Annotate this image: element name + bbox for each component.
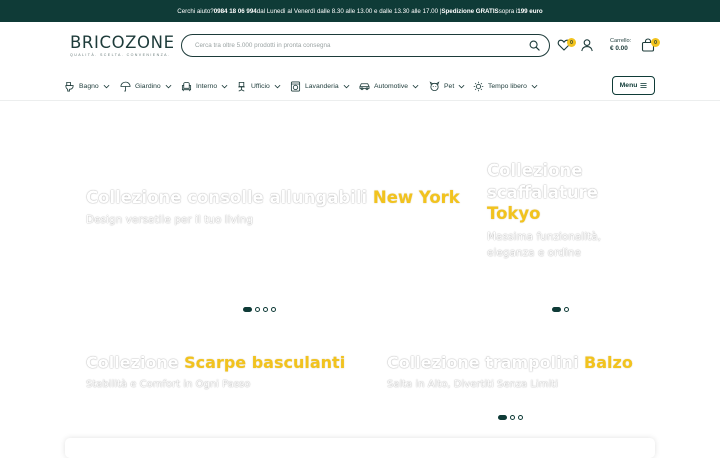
logo-wordmark: BRICOZONE <box>70 33 175 52</box>
shipping-text: sopra i <box>498 7 518 15</box>
chevron-down-icon <box>165 84 172 88</box>
bottom-right-highlight: Balzo <box>584 353 633 372</box>
shipping-threshold: 199 euro <box>517 7 543 15</box>
nav-item-pet[interactable]: Pet <box>429 76 465 96</box>
side-slide-highlight: Tokyo <box>487 204 541 223</box>
nav-label: Ufficio <box>251 82 270 90</box>
hamburger-icon <box>640 83 647 88</box>
nav-label: Tempo libero <box>488 82 527 90</box>
bottom-right-title: Collezione trampolini Balzo <box>387 353 633 372</box>
phone-number[interactable]: 0984 18 06 994 <box>214 8 257 15</box>
help-text: Cerchi aiuto? <box>177 7 214 15</box>
nav-label: Bagno <box>79 82 99 90</box>
chevron-down-icon <box>343 84 350 88</box>
bottom-right-slide[interactable]: Collezione trampolini Balzo Salta in Alt… <box>387 353 633 390</box>
free-shipping-label: Spedizione GRATIS <box>441 7 499 15</box>
nav-label: Lavanderia <box>305 82 339 90</box>
search-input[interactable] <box>195 42 529 49</box>
car-icon <box>359 82 370 90</box>
nav-item-giardino[interactable]: Giardino <box>120 76 172 96</box>
cart-summary[interactable]: Carrello: € 0.00 <box>610 38 631 52</box>
nav-label: Pet <box>444 82 455 90</box>
logo-tagline: QUALITÀ. SCELTA. CONVENIENZA. <box>70 53 171 57</box>
chevron-down-icon <box>458 84 465 88</box>
nav-item-ufficio[interactable]: Ufficio <box>236 76 281 96</box>
slider-dot[interactable] <box>552 307 561 312</box>
slider-dot[interactable] <box>564 307 569 312</box>
search-icon[interactable] <box>529 40 540 51</box>
nav-item-bagno[interactable]: Bagno <box>64 76 110 96</box>
main-slider-dots <box>243 307 276 312</box>
content-card <box>65 438 655 458</box>
search-bar <box>181 34 550 57</box>
bottom-left-highlight: Scarpe basculanti <box>184 353 346 372</box>
chevron-down-icon <box>221 84 228 88</box>
nav-label: Automotive <box>374 82 409 90</box>
chevron-down-icon <box>274 84 281 88</box>
nav-item-tempo-libero[interactable]: Tempo libero <box>473 76 538 96</box>
dog-icon <box>429 80 440 91</box>
bottom-slider-dots <box>498 415 523 420</box>
slider-dot[interactable] <box>263 307 268 312</box>
nav-item-interno[interactable]: Interno <box>181 76 228 96</box>
armchair-icon <box>181 81 192 91</box>
side-slide-title: Collezione scaffalature Tokyo <box>487 160 601 225</box>
main-slide-highlight: New York <box>372 188 460 207</box>
side-slider-dots <box>552 307 569 312</box>
side-slide-subtitle: Massima funzionalità, eleganza e ordine <box>487 230 602 259</box>
sun-icon <box>473 81 484 91</box>
office-chair-icon <box>238 81 245 91</box>
slider-dot[interactable] <box>518 415 523 420</box>
bottom-left-title: Collezione Scarpe basculanti <box>86 353 346 372</box>
main-slide-subtitle: Design versatile per il tuo living <box>86 214 254 226</box>
main-slide[interactable]: Collezione consolle allungabili New York… <box>86 188 460 226</box>
slider-dot[interactable] <box>255 307 260 312</box>
slider-dot[interactable] <box>498 415 507 420</box>
header-divider <box>0 100 720 101</box>
nav-label: Interno <box>196 82 218 90</box>
nav-item-lavanderia[interactable]: Lavanderia <box>290 76 350 96</box>
wishlist-count-badge: 0 <box>567 38 576 47</box>
nav-item-automotive[interactable]: Automotive <box>359 76 419 96</box>
menu-label: Menu <box>619 82 638 89</box>
chevron-down-icon <box>412 84 419 88</box>
chevron-down-icon <box>103 84 110 88</box>
user-icon[interactable] <box>580 38 594 52</box>
opening-hours: dal Lunedì al Venerdì dalle 8.30 alle 13… <box>256 7 442 15</box>
menu-button[interactable]: Menu <box>612 76 655 95</box>
cart-label: Carrello: <box>610 38 632 44</box>
washing-machine-icon <box>290 81 301 91</box>
cart-amount: € 0.00 <box>610 45 628 52</box>
bottom-left-slide[interactable]: Collezione Scarpe basculanti Stabilità e… <box>86 353 345 390</box>
toilet-icon <box>65 81 74 91</box>
logo[interactable]: BRICOZONE QUALITÀ. SCELTA. CONVENIENZA. <box>70 34 175 57</box>
slider-dot[interactable] <box>243 307 252 312</box>
slider-dot[interactable] <box>271 307 276 312</box>
bottom-left-subtitle: Stabilità e Comfort in Ogni Passo <box>86 379 251 390</box>
bottom-right-subtitle: Salta in Alto, Divertiti Senza Limiti <box>387 379 558 390</box>
chevron-down-icon <box>531 84 538 88</box>
main-slide-title: Collezione consolle allungabili New York <box>86 188 460 207</box>
slider-dot[interactable] <box>510 415 515 420</box>
top-info-bar: Cerchi aiuto? 0984 18 06 994 dal Lunedì … <box>0 0 720 22</box>
umbrella-icon <box>120 81 131 92</box>
nav-label: Giardino <box>135 82 161 90</box>
side-slide[interactable]: Collezione scaffalature Tokyo Massima fu… <box>487 160 601 261</box>
cart-count-badge: 0 <box>651 38 660 47</box>
